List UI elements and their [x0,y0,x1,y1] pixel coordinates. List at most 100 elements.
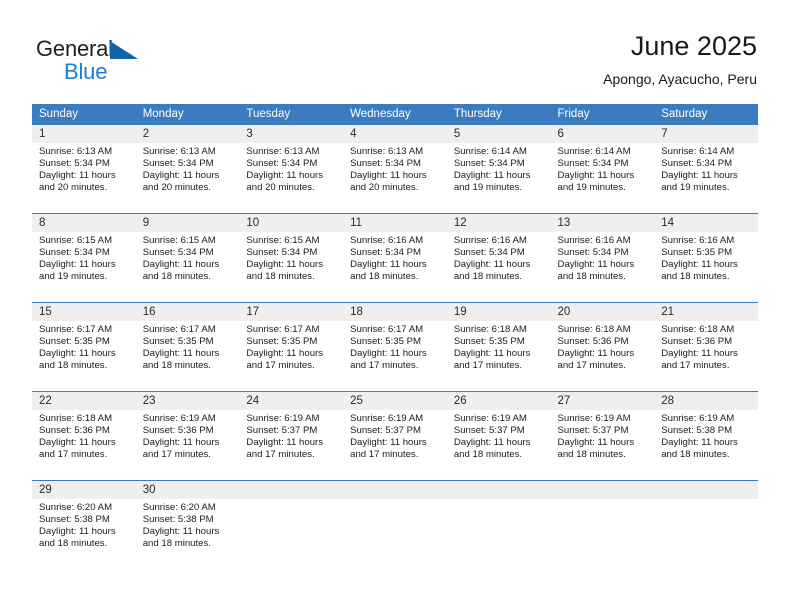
day-number: 9 [135,214,240,232]
sunrise-text: Sunrise: 6:14 AM [557,146,631,157]
day-cell[interactable]: 26 Sunrise: 6:19 AM Sunset: 5:37 PM Dayligh… [446,391,551,481]
sunset-text: Sunset: 5:34 PM [142,158,214,170]
daylight-text-line1: Daylight: 11 hours [246,437,324,449]
day-cell[interactable]: 3 Sunrise: 6:13 AM Sunset: 5:34 PM Daylight… [239,125,344,214]
day-cell[interactable]: 12 Sunrise: 6:16 AM Sunset: 5:34 PM Dayligh… [446,213,551,303]
sunrise-text: Sunrise: 6:17 AM [350,324,424,335]
day-cell[interactable]: 19 Sunrise: 6:18 AM Sunset: 5:35 PM Dayligh… [446,302,551,392]
day-cell[interactable]: 23 Sunrise: 6:19 AM Sunset: 5:36 PM Dayligh… [135,391,240,481]
day-number: 7 [654,125,758,143]
day-number: 10 [239,214,344,232]
daylight-text-line1: Daylight: 11 hours [350,437,427,449]
daylight-text-line1: Daylight: 11 hours [557,348,635,360]
logo-text-blue: Blue [64,59,108,84]
day-details: Sunrise: 6:19 AM Sunset: 5:38 PM Daylight:… [654,410,758,461]
day-cell[interactable]: 13 Sunrise: 6:16 AM Sunset: 5:34 PM Dayligh… [550,213,655,303]
sunset-text: Sunset: 5:36 PM [142,425,214,437]
daylight-text-line2: and 17 minutes. [350,449,419,461]
day-cell[interactable]: 10 Sunrise: 6:15 AM Sunset: 5:34 PM Dayligh… [239,213,344,303]
day-cell[interactable]: 22 Sunrise: 6:18 AM Sunset: 5:36 PM Dayligh… [32,391,136,481]
sunrise-text: Sunrise: 6:14 AM [453,146,527,157]
daylight-text-line2: and 18 minutes. [246,271,315,283]
sunset-text: Sunset: 5:34 PM [246,158,318,170]
day-cell[interactable]: 6 Sunrise: 6:14 AM Sunset: 5:34 PM Daylight… [550,125,655,214]
day-number: 13 [550,214,655,232]
day-cell[interactable]: 8 Sunrise: 6:15 AM Sunset: 5:34 PM Daylight… [32,213,136,303]
day-details: Sunrise: 6:20 AM Sunset: 5:38 PM Daylight:… [32,499,136,550]
day-cell[interactable]: 17 Sunrise: 6:17 AM Sunset: 5:35 PM Dayligh… [239,302,344,392]
sunset-text: Sunset: 5:36 PM [661,336,733,348]
day-cell[interactable]: 1 Sunrise: 6:13 AM Sunset: 5:34 PM Daylight… [32,125,136,214]
general-blue-logo[interactable]: General Blue [36,36,166,84]
day-cell[interactable]: 24 Sunrise: 6:19 AM Sunset: 5:37 PM Dayligh… [239,391,344,481]
daylight-text-line2: and 18 minutes. [142,271,211,283]
day-number: 30 [135,481,240,499]
title-block: June 2025 Apongo, Ayacucho, Peru [603,30,757,87]
day-number: 5 [446,125,551,143]
daylight-text-line1: Daylight: 11 hours [557,259,635,271]
day-cell[interactable]: 27 Sunrise: 6:19 AM Sunset: 5:37 PM Dayligh… [550,391,655,481]
weekday-header-saturday: Saturday [654,104,758,125]
day-cell[interactable]: 21 Sunrise: 6:18 AM Sunset: 5:36 PM Dayligh… [654,302,758,392]
daylight-text-line2: and 18 minutes. [453,271,523,283]
day-cell[interactable]: 2 Sunrise: 6:13 AM Sunset: 5:34 PM Daylight… [135,125,240,214]
day-cell[interactable]: 7 Sunrise: 6:14 AM Sunset: 5:34 PM Daylight… [654,125,758,214]
day-cell[interactable]: 25 Sunrise: 6:19 AM Sunset: 5:37 PM Dayligh… [343,391,447,481]
daylight-text-line1: Daylight: 11 hours [39,170,116,182]
day-details: Sunrise: 6:19 AM Sunset: 5:36 PM Daylight:… [136,410,240,461]
day-cell-empty [343,480,447,569]
sunrise-text: Sunrise: 6:20 AM [142,502,216,513]
sunset-text: Sunset: 5:35 PM [453,336,525,348]
sunrise-text: Sunrise: 6:19 AM [557,413,631,424]
day-details: Sunrise: 6:15 AM Sunset: 5:34 PM Daylight:… [32,232,136,283]
day-cell[interactable]: 15 Sunrise: 6:17 AM Sunset: 5:35 PM Dayligh… [32,302,136,392]
day-cell[interactable]: 20 Sunrise: 6:18 AM Sunset: 5:36 PM Dayligh… [550,302,655,392]
sunrise-text: Sunrise: 6:13 AM [246,146,320,157]
weekday-header-wednesday: Wednesday [343,104,447,125]
daylight-text-line1: Daylight: 11 hours [350,259,427,271]
day-details: Sunrise: 6:16 AM Sunset: 5:34 PM Daylight:… [447,232,551,283]
sunrise-text: Sunrise: 6:19 AM [661,413,735,424]
day-cell[interactable]: 29 Sunrise: 6:20 AM Sunset: 5:38 PM Dayligh… [32,480,136,569]
day-cell-empty [239,480,344,569]
day-number: 4 [343,125,447,143]
day-cell[interactable]: 28 Sunrise: 6:19 AM Sunset: 5:38 PM Dayligh… [654,391,758,481]
daylight-text-line1: Daylight: 11 hours [39,259,116,271]
day-cell-empty [446,480,551,569]
daylight-text-line2: and 20 minutes. [142,182,211,194]
sunset-text: Sunset: 5:34 PM [39,158,110,170]
day-cell[interactable]: 16 Sunrise: 6:17 AM Sunset: 5:35 PM Dayligh… [135,302,240,392]
sunrise-text: Sunrise: 6:16 AM [350,235,424,246]
daylight-text-line1: Daylight: 11 hours [661,348,738,360]
daylight-text-line1: Daylight: 11 hours [246,259,324,271]
sunset-text: Sunset: 5:34 PM [661,158,733,170]
day-cell[interactable]: 14 Sunrise: 6:16 AM Sunset: 5:35 PM Dayligh… [654,213,758,303]
weekday-header-tuesday: Tuesday [239,104,344,125]
day-number: 3 [239,125,344,143]
sunrise-text: Sunrise: 6:19 AM [142,413,216,424]
sunset-text: Sunset: 5:34 PM [453,247,525,259]
day-number: 11 [343,214,447,232]
daylight-text-line1: Daylight: 11 hours [39,437,116,449]
day-cell[interactable]: 30 Sunrise: 6:20 AM Sunset: 5:38 PM Dayligh… [135,480,240,569]
daylight-text-line1: Daylight: 11 hours [350,170,427,182]
day-cell[interactable]: 18 Sunrise: 6:17 AM Sunset: 5:35 PM Dayligh… [343,302,447,392]
daylight-text-line1: Daylight: 11 hours [142,170,220,182]
day-cell[interactable]: 9 Sunrise: 6:15 AM Sunset: 5:34 PM Daylight… [135,213,240,303]
sunrise-text: Sunrise: 6:13 AM [350,146,424,157]
daylight-text-line2: and 17 minutes. [142,449,211,461]
day-details: Sunrise: 6:13 AM Sunset: 5:34 PM Daylight:… [239,143,343,194]
day-number: 28 [654,392,758,410]
day-cell[interactable]: 11 Sunrise: 6:16 AM Sunset: 5:34 PM Dayligh… [343,213,447,303]
sunrise-text: Sunrise: 6:14 AM [661,146,735,157]
daylight-text-line1: Daylight: 11 hours [246,348,324,360]
daylight-text-line2: and 19 minutes. [557,182,626,194]
day-details: Sunrise: 6:13 AM Sunset: 5:34 PM Daylight:… [343,143,447,194]
daylight-text-line2: and 18 minutes. [350,271,419,283]
calendar-grid: Sunday Monday Tuesday Wednesday Thursday… [32,104,758,569]
sunrise-text: Sunrise: 6:20 AM [39,502,113,513]
day-cell[interactable]: 5 Sunrise: 6:14 AM Sunset: 5:34 PM Daylight… [446,125,551,214]
sunset-text: Sunset: 5:35 PM [246,336,318,348]
day-details: Sunrise: 6:15 AM Sunset: 5:34 PM Daylight:… [136,232,240,283]
day-cell[interactable]: 4 Sunrise: 6:13 AM Sunset: 5:34 PM Daylight… [343,125,447,214]
